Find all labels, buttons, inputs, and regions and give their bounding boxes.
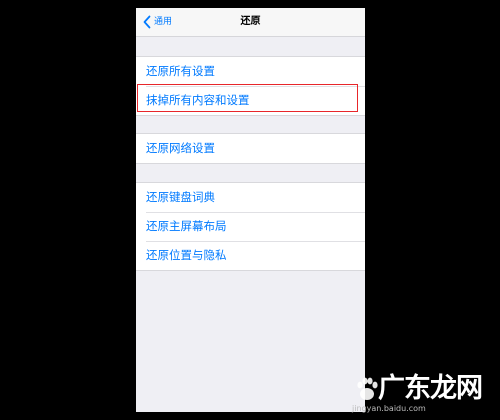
list-item-label: 抹掉所有内容和设置 — [146, 93, 250, 107]
reset-group-3: 还原键盘词典 还原主屏幕布局 还原位置与隐私 — [136, 182, 365, 271]
reset-group-1: 还原所有设置 抹掉所有内容和设置 — [136, 56, 365, 116]
reset-location-privacy-item[interactable]: 还原位置与隐私 — [136, 241, 365, 270]
phone-screen: 通用 还原 还原所有设置 抹掉所有内容和设置 还原网络设置 还原键盘词典 还原主… — [136, 8, 365, 412]
reset-group-2: 还原网络设置 — [136, 133, 365, 164]
watermark-text: 广东龙网 — [378, 373, 483, 404]
reset-network-settings-item[interactable]: 还原网络设置 — [136, 134, 365, 163]
list-item-label: 还原主屏幕布局 — [146, 219, 227, 233]
list-item-label: 还原网络设置 — [146, 141, 215, 155]
baidu-paw-icon — [357, 377, 378, 400]
watermark: 广东龙网 jingyan.baidu.com — [348, 372, 498, 418]
list-item-label: 还原所有设置 — [146, 64, 215, 78]
page-title: 还原 — [240, 16, 261, 27]
list-item-label: 还原键盘词典 — [146, 190, 215, 204]
reset-all-settings-item[interactable]: 还原所有设置 — [136, 57, 365, 86]
list-item-label: 还原位置与隐私 — [146, 248, 227, 262]
reset-keyboard-dictionary-item[interactable]: 还原键盘词典 — [136, 183, 365, 212]
erase-all-content-and-settings-item[interactable]: 抹掉所有内容和设置 — [136, 86, 365, 115]
reset-home-screen-layout-item[interactable]: 还原主屏幕布局 — [136, 212, 365, 241]
navigation-bar: 通用 还原 — [136, 8, 365, 37]
screenshot-stage: 通用 还原 还原所有设置 抹掉所有内容和设置 还原网络设置 还原键盘词典 还原主… — [0, 0, 500, 420]
watermark-subtext: jingyan.baidu.com — [352, 404, 426, 413]
